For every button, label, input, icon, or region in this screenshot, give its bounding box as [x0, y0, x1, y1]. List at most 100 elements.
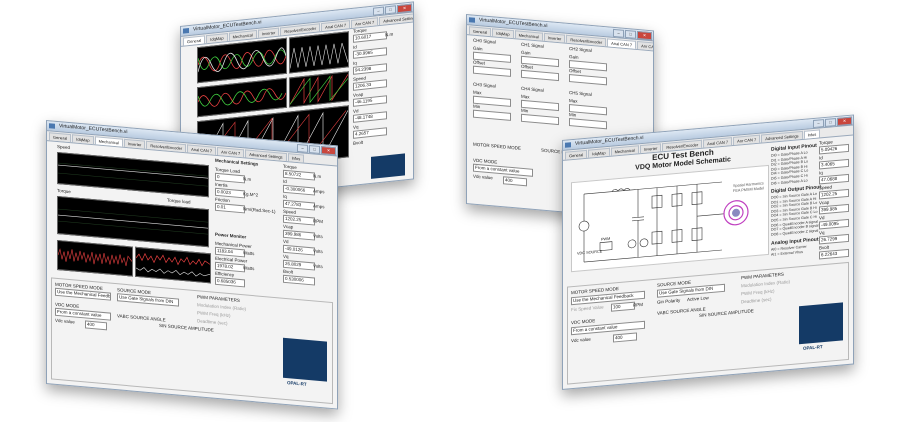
- tab-general[interactable]: General: [183, 35, 206, 46]
- ch4-header: CH4 Signal: [521, 85, 544, 93]
- speed-value: 1202.25: [819, 188, 849, 200]
- maximize-icon[interactable]: □: [825, 118, 836, 127]
- vdc-value-label: Vdc value: [473, 173, 493, 181]
- logo-icon: [371, 153, 405, 179]
- maximize-icon[interactable]: □: [385, 5, 396, 15]
- offset-field[interactable]: [473, 65, 511, 77]
- window-infos[interactable]: VirtualMotor_ECUTestBench.vi – □ ✕ Gener…: [562, 114, 854, 390]
- torque-plot-small: [289, 31, 349, 74]
- power-monitor-title: Power Monitor: [215, 231, 247, 240]
- tab-mechanical[interactable]: Mechanical: [94, 136, 123, 147]
- vdc-value-field[interactable]: 400: [503, 176, 527, 187]
- bvolt-label: Bvolt: [353, 139, 364, 146]
- tab-inverter[interactable]: Inverter: [123, 138, 146, 149]
- iq-unit: Amps: [313, 203, 325, 210]
- ch1-header: CH1 Signal: [521, 41, 544, 49]
- tab-idqmap[interactable]: IdqMap: [206, 32, 228, 44]
- vcap-value: 399.985: [819, 203, 849, 215]
- vq-label: Vq: [283, 253, 289, 260]
- ch2-header: CH2 Signal: [569, 46, 592, 54]
- iq-value: 47.0688: [819, 173, 849, 185]
- offset-label: Offset: [473, 59, 485, 66]
- phase-voltage-plot: [197, 77, 287, 118]
- logo-icon: [283, 337, 327, 382]
- min-field[interactable]: [569, 118, 607, 130]
- tab-general[interactable]: General: [49, 132, 72, 143]
- id-label: Id: [283, 178, 287, 185]
- bvolt-label: Bvolt: [819, 244, 830, 251]
- tab-mechanical[interactable]: Mechanical: [228, 29, 257, 41]
- ch3-header: CH3 Signal: [473, 81, 496, 89]
- torque-value: 8.50722: [283, 169, 315, 181]
- max-label: Max: [569, 98, 578, 104]
- app-icon: [49, 123, 55, 129]
- app-icon: [565, 142, 571, 148]
- tab-anal-can[interactable]: Anal CAN 7: [321, 20, 351, 32]
- min-field[interactable]: [473, 109, 511, 121]
- digital-input-list: DI0 = Gate/Phase A Lo DI1 = Gate/Phase A…: [771, 150, 809, 186]
- iq-value: 94.2398: [353, 63, 387, 75]
- tab-idqmap[interactable]: IdqMap: [492, 28, 514, 39]
- close-icon[interactable]: ✕: [837, 116, 852, 126]
- tab-infos[interactable]: Infos: [803, 129, 821, 139]
- speed-unit: RPM: [313, 218, 323, 225]
- close-icon[interactable]: ✕: [321, 146, 336, 156]
- minimize-icon[interactable]: –: [297, 143, 308, 153]
- friction-field[interactable]: 0.01: [215, 202, 245, 214]
- tab-inverter[interactable]: Inverter: [257, 27, 280, 38]
- minimize-icon[interactable]: –: [613, 28, 624, 38]
- inertia-unit: Kg.M^2: [243, 191, 259, 198]
- motor-speed-mode-heading: MOTOR SPEED MODE: [473, 141, 521, 151]
- tab-mechanical[interactable]: Mechanical: [514, 30, 543, 41]
- digital-output-list: DO0 = Sin Source Gate A Lo DO1 = Sin Sou…: [771, 191, 819, 237]
- tab-anal-can[interactable]: Anal CAN 7: [607, 38, 637, 49]
- offset-field[interactable]: [569, 74, 607, 86]
- vd-label: Vd: [819, 215, 825, 221]
- friction-unit: Nm/(Rad.Sec-1): [243, 206, 276, 215]
- torque-legend: Torque load: [167, 197, 191, 205]
- vd-value: -49.0095: [819, 218, 849, 230]
- tab-general[interactable]: General: [469, 26, 492, 37]
- min-label: Min: [569, 112, 577, 118]
- close-icon[interactable]: ✕: [637, 30, 652, 41]
- tab-infos[interactable]: Infos: [287, 153, 305, 163]
- minimize-icon[interactable]: –: [373, 6, 384, 16]
- max-label: Max: [473, 89, 482, 96]
- close-icon[interactable]: ✕: [397, 3, 412, 14]
- max-label: Max: [521, 93, 530, 100]
- tab-anr-can[interactable]: Anr CAN 7: [217, 146, 245, 158]
- vq-unit: Volts: [313, 263, 323, 270]
- offset-field[interactable]: [521, 69, 559, 82]
- efficiency-value: 0.685036: [215, 276, 245, 288]
- logo-icon: [799, 302, 843, 345]
- bvolt-value: 6.22643: [819, 248, 849, 260]
- mech-power-unit: Watts: [243, 250, 255, 257]
- speed-plot-title: Speed: [57, 143, 71, 151]
- vd-label: Vd: [283, 238, 289, 245]
- id-value: 3.4065: [819, 158, 849, 170]
- torque-plot-title: Torque: [57, 187, 71, 195]
- speed-plot: [57, 151, 209, 198]
- iq-label: Iq: [819, 170, 823, 176]
- vq-label: Vq: [819, 230, 825, 236]
- window-mechanical[interactable]: VirtualMotor_ECUTestBench.vi – □ ✕ Gener…: [46, 120, 338, 410]
- tab-general[interactable]: General: [565, 149, 588, 160]
- ch5-header: CH5 Signal: [569, 90, 592, 98]
- tab-anr-can[interactable]: Anr CAN 7: [637, 40, 654, 52]
- tab-idqmap[interactable]: IdqMap: [588, 147, 610, 158]
- min-field[interactable]: [521, 113, 559, 126]
- tab-inverter[interactable]: Inverter: [543, 32, 566, 43]
- app-icon: [469, 17, 475, 23]
- maximize-icon[interactable]: □: [309, 145, 320, 154]
- id-value: -30.9965: [353, 47, 387, 59]
- tab-anr-can[interactable]: Anr CAN 7: [351, 17, 379, 29]
- tab-anr-can[interactable]: Anr CAN 7: [733, 134, 761, 146]
- tab-idqmap[interactable]: IdqMap: [72, 134, 94, 145]
- bvolt-label: Bvolt: [283, 268, 294, 275]
- tab-anal-can[interactable]: Anal CAN 7: [187, 144, 217, 155]
- vcap-label: Vcap: [283, 223, 294, 230]
- maximize-icon[interactable]: □: [625, 29, 636, 39]
- offset-label: Offset: [569, 68, 581, 75]
- phase-current-plot: [197, 37, 287, 84]
- minimize-icon[interactable]: –: [813, 119, 824, 129]
